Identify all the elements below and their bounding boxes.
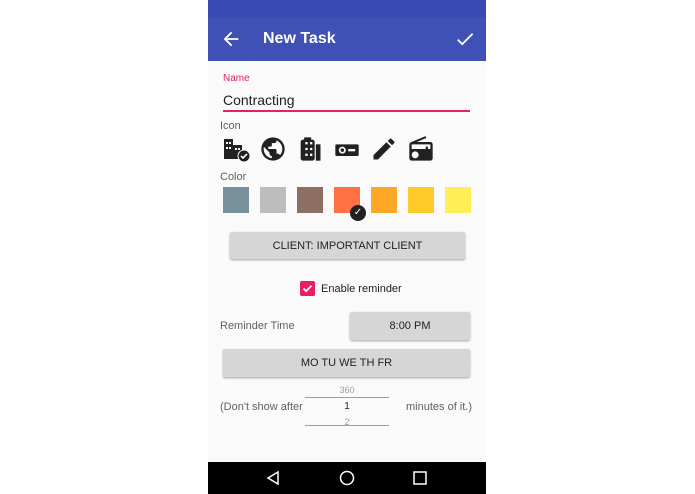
checkbox-checked-icon[interactable] bbox=[300, 281, 315, 296]
enable-reminder-label: Enable reminder bbox=[321, 283, 402, 295]
navigation-bar bbox=[208, 462, 486, 494]
arrow-left-icon[interactable] bbox=[220, 28, 242, 50]
dont-show-prefix: (Don't show after bbox=[220, 401, 303, 413]
color-label: Color bbox=[220, 171, 247, 183]
weekdays-button[interactable]: MO TU WE TH FR bbox=[223, 349, 470, 377]
color-swatch-deep-orange[interactable]: ✓ bbox=[334, 187, 366, 221]
name-input[interactable] bbox=[223, 90, 470, 112]
film-strip-icon[interactable] bbox=[296, 135, 324, 163]
nav-recents-icon[interactable] bbox=[412, 470, 428, 486]
check-icon[interactable] bbox=[454, 28, 476, 50]
page-title: New Task bbox=[263, 30, 336, 47]
picker-current-value[interactable]: 1 bbox=[305, 401, 389, 412]
client-button[interactable]: CLIENT: IMPORTANT CLIENT bbox=[230, 232, 465, 259]
nav-home-icon[interactable] bbox=[339, 470, 355, 486]
icon-label: Icon bbox=[220, 120, 241, 132]
radio-icon[interactable] bbox=[407, 135, 435, 163]
dont-show-suffix: minutes of it.) bbox=[406, 401, 473, 413]
reminder-time-label: Reminder Time bbox=[220, 320, 295, 332]
color-swatch-blue-grey[interactable] bbox=[223, 187, 249, 213]
picker-prev-value[interactable]: 360 bbox=[305, 385, 389, 395]
color-swatch-orange[interactable] bbox=[371, 187, 397, 213]
color-swatch-grey[interactable] bbox=[260, 187, 286, 213]
name-label: Name bbox=[223, 73, 250, 84]
selected-check-icon: ✓ bbox=[350, 205, 366, 221]
app-bar: New Task bbox=[208, 18, 486, 61]
office-building-icon[interactable] bbox=[222, 135, 250, 163]
nav-back-icon[interactable] bbox=[265, 470, 281, 486]
pencil-icon[interactable] bbox=[370, 135, 398, 163]
phone-screen: New Task Name Icon bbox=[208, 0, 486, 494]
color-swatch-amber[interactable] bbox=[408, 187, 434, 213]
projector-icon[interactable] bbox=[333, 135, 361, 163]
globe-icon[interactable] bbox=[259, 135, 287, 163]
color-swatch-yellow[interactable] bbox=[445, 187, 471, 213]
color-swatch-brown[interactable] bbox=[297, 187, 323, 213]
minutes-number-picker[interactable]: 360 1 2 bbox=[305, 383, 389, 427]
picker-next-value[interactable]: 2 bbox=[305, 417, 389, 427]
picker-divider-top bbox=[305, 397, 389, 398]
status-bar bbox=[208, 0, 486, 18]
reminder-time-button[interactable]: 8:00 PM bbox=[350, 312, 470, 340]
